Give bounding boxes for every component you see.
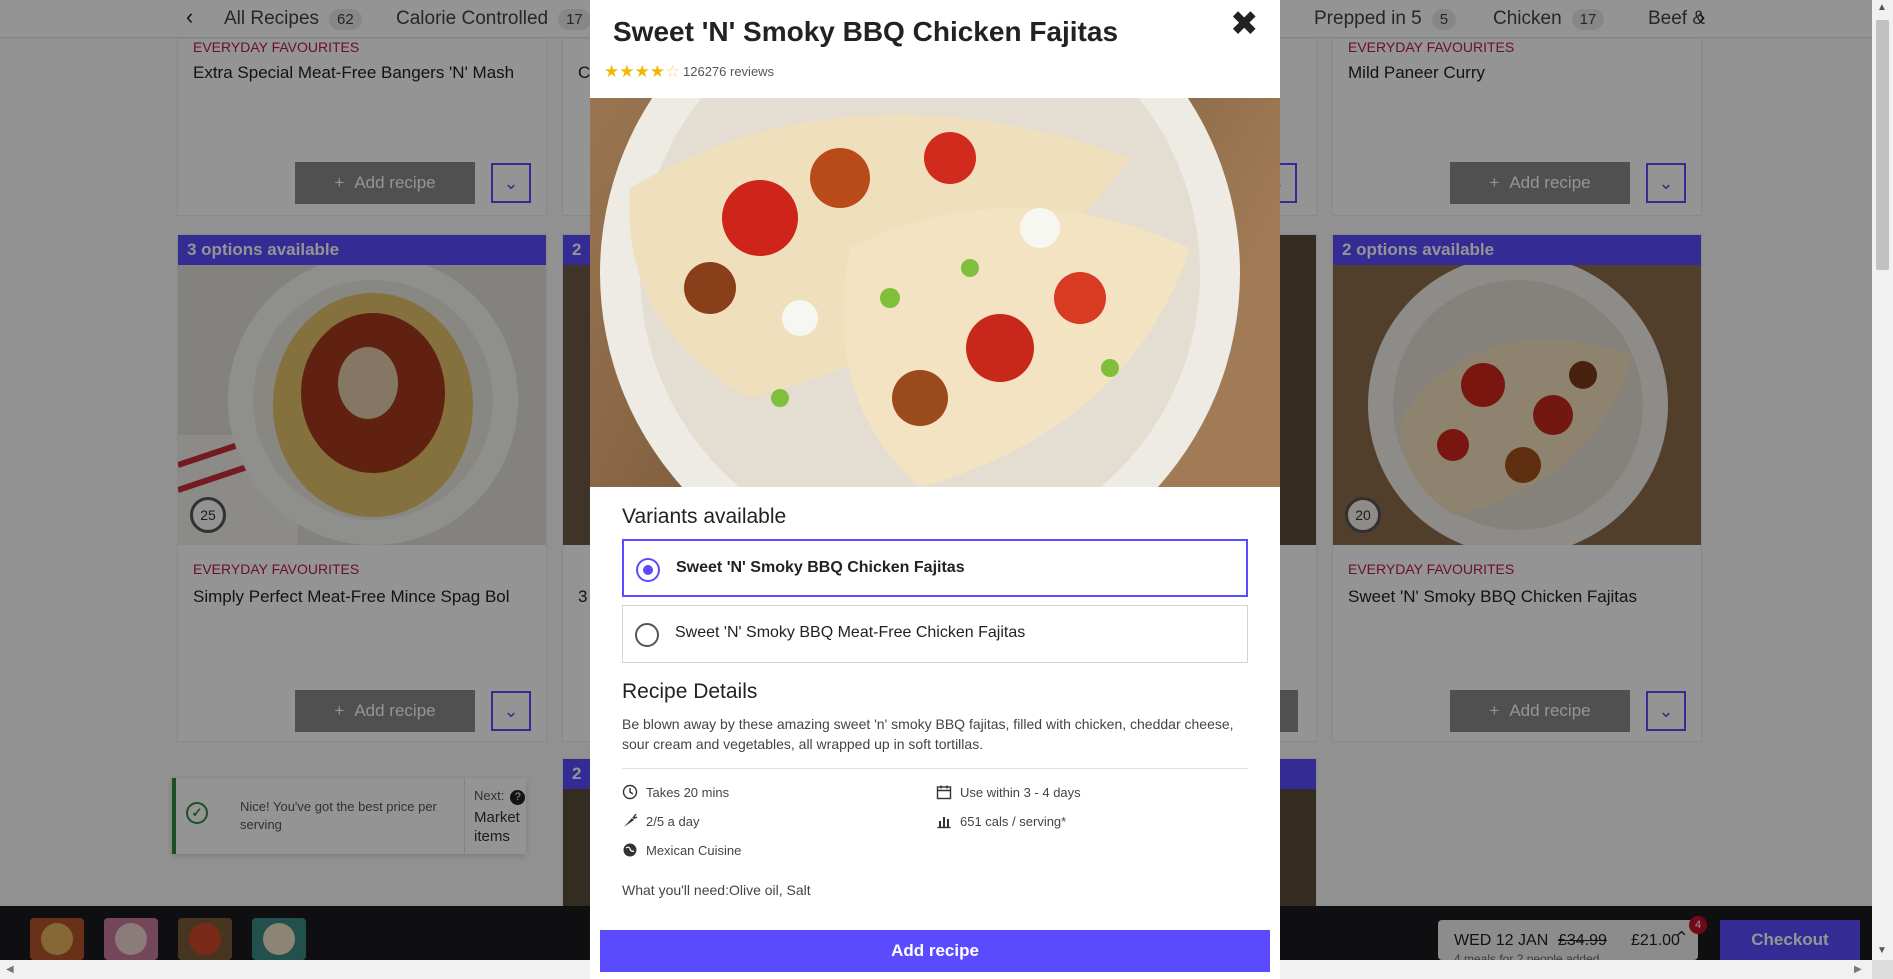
recipe-details-heading: Recipe Details [622,680,758,703]
review-count: 126276 reviews [683,64,775,79]
carrot-icon [624,813,638,827]
variant-label: Sweet 'N' Smoky BBQ Meat-Free Chicken Fa… [675,624,1026,641]
recipe-detail-modal: Sweet 'N' Smoky BBQ Chicken Fajitas ✖ ★★… [590,0,1280,979]
clock-icon [622,784,638,800]
star-icon: ☆ [665,62,681,81]
chart-icon [937,817,951,829]
fact-calories: 651 cals / serving* [936,813,1066,829]
what-you-need: What you'll need:Olive oil, Salt [622,882,811,898]
radio-selected-dot [643,565,653,575]
fact-cuisine: Mexican Cuisine [622,842,741,858]
star-rating: ★★★★☆ [604,62,680,82]
scroll-up-arrow-icon[interactable]: ▲ [1877,2,1887,13]
fact-use-within: Use within 3 - 4 days [936,784,1081,800]
modal-title: Sweet 'N' Smoky BBQ Chicken Fajitas [613,16,1119,47]
recipe-hero-image [590,98,1280,487]
scrollbar-corner [1872,960,1893,979]
fajitas-hero-image [590,98,1280,487]
variant-option-chicken[interactable]: Sweet 'N' Smoky BBQ Chicken Fajitas [622,539,1248,597]
variant-option-meat-free[interactable]: Sweet 'N' Smoky BBQ Meat-Free Chicken Fa… [622,605,1248,663]
details-divider [622,768,1248,769]
fact-five-a-day-text: 2/5 a day [646,813,700,829]
scroll-down-arrow-icon[interactable]: ▼ [1877,945,1887,956]
fact-use-within-text: Use within 3 - 4 days [960,784,1081,800]
calendar-icon [936,785,952,800]
fact-calories-text: 651 cals / serving* [960,813,1067,829]
fact-time: Takes 20 mins [622,784,729,800]
variant-label: Sweet 'N' Smoky BBQ Chicken Fajitas [676,559,965,576]
fact-time-text: Takes 20 mins [646,784,730,800]
globe-icon [623,843,637,857]
scrollbar-thumb[interactable] [1876,20,1889,270]
vertical-scrollbar[interactable]: ▲ ▼ [1872,0,1893,960]
star-icon: ★ [604,62,620,81]
fact-cuisine-text: Mexican Cuisine [646,842,742,858]
star-icon: ★ [619,62,635,81]
variants-heading: Variants available [622,505,787,528]
add-recipe-button[interactable]: Add recipe [600,930,1270,972]
star-icon: ★ [634,62,650,81]
close-icon[interactable]: ✖ [1230,4,1259,44]
fact-five-a-day: 2/5 a day [622,813,700,829]
scroll-left-arrow-icon[interactable]: ◀ [6,964,14,975]
scroll-right-arrow-icon[interactable]: ▶ [1854,964,1862,975]
radio-button[interactable] [636,558,660,582]
recipe-details-panel: Variants available Sweet 'N' Smoky BBQ C… [590,487,1280,927]
recipe-description: Be blown away by these amazing sweet 'n'… [622,716,1234,752]
star-icon: ★ [649,62,665,81]
radio-button[interactable] [635,623,659,647]
